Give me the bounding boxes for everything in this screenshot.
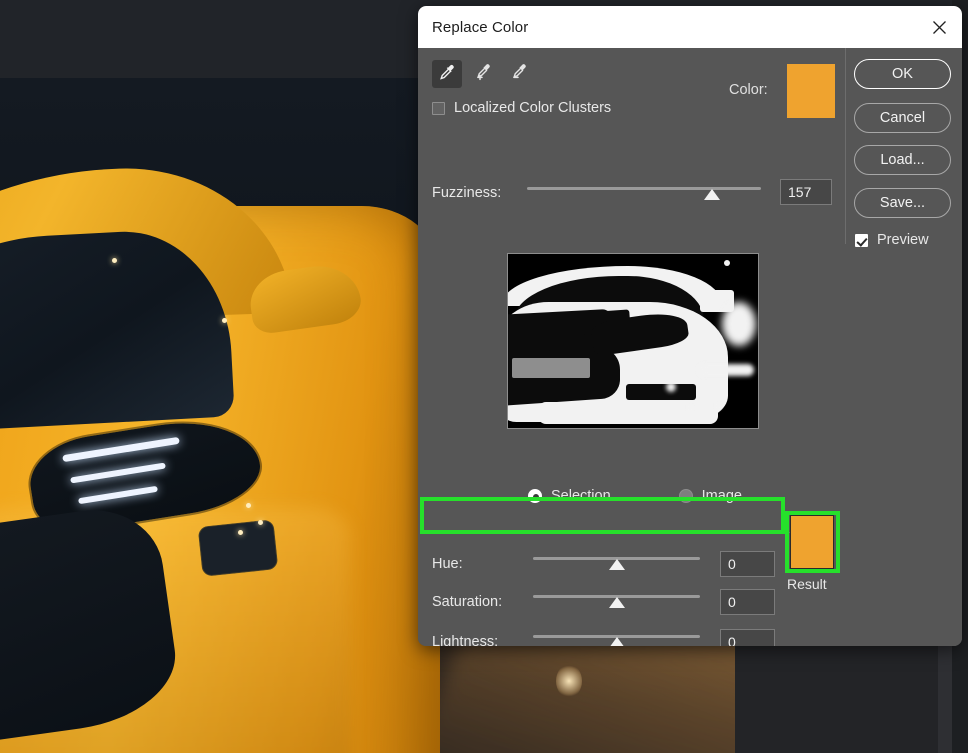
fuzziness-value: 157 bbox=[788, 184, 811, 200]
fuzziness-slider-thumb[interactable] bbox=[704, 189, 720, 200]
color-swatch[interactable] bbox=[787, 64, 835, 118]
replace-color-dialog: Replace Color bbox=[418, 6, 962, 646]
localized-color-clusters-label: Localized Color Clusters bbox=[454, 100, 611, 116]
horizontal-divider bbox=[432, 532, 832, 533]
preview-label: Preview bbox=[877, 232, 929, 248]
localized-color-clusters-checkbox[interactable] bbox=[432, 102, 445, 115]
eyedropper-subtract-tool-button[interactable] bbox=[504, 60, 534, 88]
preview-mode-radio-group: Selection Image bbox=[528, 488, 742, 504]
lightness-slider[interactable] bbox=[533, 630, 700, 646]
lightness-value: 0 bbox=[728, 634, 736, 646]
lightness-label: Lightness: bbox=[432, 634, 498, 646]
saturation-slider-thumb[interactable] bbox=[609, 597, 625, 608]
fuzziness-label: Fuzziness: bbox=[432, 185, 501, 201]
dialog-title: Replace Color bbox=[432, 19, 528, 36]
lightness-slider-thumb[interactable] bbox=[609, 637, 625, 646]
fuzziness-value-field[interactable]: 157 bbox=[780, 179, 832, 205]
radio-selection-indicator[interactable] bbox=[528, 489, 542, 503]
hue-value-field[interactable]: 0 bbox=[720, 551, 775, 577]
mask-highlight bbox=[722, 302, 756, 346]
radio-image[interactable]: Image bbox=[679, 488, 742, 504]
fuzziness-slider-track bbox=[527, 187, 761, 190]
radio-image-label: Image bbox=[702, 488, 742, 504]
mask-shape bbox=[626, 384, 696, 400]
mask-highlight bbox=[724, 260, 730, 266]
eyedropper-add-tool-button[interactable] bbox=[468, 60, 498, 88]
result-swatch bbox=[790, 515, 834, 569]
screen: Replace Color bbox=[0, 0, 968, 753]
mask-preview[interactable] bbox=[507, 253, 759, 429]
mask-highlight bbox=[686, 404, 694, 412]
load-button[interactable]: Load... bbox=[854, 145, 951, 175]
highlight-dot bbox=[258, 520, 263, 525]
fuzziness-slider[interactable] bbox=[527, 182, 761, 200]
highlight-dot bbox=[238, 530, 243, 535]
hue-label: Hue: bbox=[432, 556, 463, 572]
radio-image-indicator[interactable] bbox=[679, 489, 693, 503]
eyedropper-icon bbox=[438, 63, 456, 86]
mask-preview-canvas bbox=[508, 254, 758, 428]
eyedropper-tool-group bbox=[432, 60, 534, 88]
eyedropper-subtract-icon bbox=[510, 63, 528, 86]
cancel-button[interactable]: Cancel bbox=[854, 103, 951, 133]
bokeh-light bbox=[556, 664, 582, 698]
highlight-dot bbox=[112, 258, 117, 263]
color-label: Color: bbox=[729, 82, 768, 98]
dialog-body: Localized Color Clusters Fuzziness: 157 bbox=[418, 48, 962, 646]
saturation-label: Saturation: bbox=[432, 594, 502, 610]
save-button[interactable]: Save... bbox=[854, 188, 951, 218]
eyedropper-tool-button[interactable] bbox=[432, 60, 462, 88]
radio-selection-label: Selection bbox=[551, 488, 611, 504]
result-label: Result bbox=[787, 576, 827, 592]
car-air-vent bbox=[198, 519, 279, 577]
mask-highlight bbox=[714, 402, 722, 410]
hue-slider-thumb[interactable] bbox=[609, 559, 625, 570]
saturation-value: 0 bbox=[728, 594, 736, 610]
highlight-dot bbox=[222, 318, 227, 323]
radio-selection[interactable]: Selection bbox=[528, 488, 611, 504]
mask-highlight bbox=[698, 364, 754, 376]
eyedropper-add-icon bbox=[474, 63, 492, 86]
highlight-dot bbox=[246, 503, 251, 508]
localized-color-clusters-row[interactable]: Localized Color Clusters bbox=[432, 100, 611, 116]
lightness-value-field[interactable]: 0 bbox=[720, 629, 775, 646]
hue-value: 0 bbox=[728, 556, 736, 572]
saturation-value-field[interactable]: 0 bbox=[720, 589, 775, 615]
ok-button[interactable]: OK bbox=[854, 59, 951, 89]
dialog-title-bar: Replace Color bbox=[418, 6, 962, 48]
preview-row[interactable]: Preview bbox=[855, 232, 929, 248]
hue-slider[interactable] bbox=[533, 552, 700, 570]
mask-shape bbox=[512, 358, 590, 378]
close-icon[interactable] bbox=[926, 15, 952, 39]
vertical-divider bbox=[845, 48, 846, 244]
preview-checkbox[interactable] bbox=[855, 234, 868, 247]
mask-highlight bbox=[666, 382, 676, 392]
saturation-slider[interactable] bbox=[533, 590, 700, 608]
